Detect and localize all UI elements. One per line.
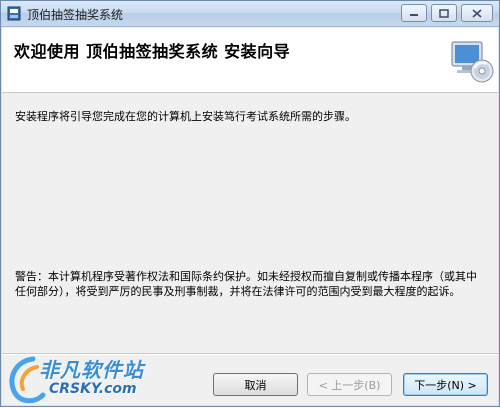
header-title: 欢迎使用 顶伯抽签抽奖系统 安装向导 — [14, 42, 291, 61]
wizard-body: 安装程序将引导您完成在您的计算机上安装笃行考试系统所需的步骤。 警告：本计算机程… — [2, 94, 498, 352]
wizard-header: 欢迎使用 顶伯抽签抽奖系统 安装向导 — [2, 28, 498, 93]
close-icon — [472, 8, 482, 18]
installer-app-icon — [7, 6, 21, 21]
watermark-cn: 非凡软件站 — [39, 358, 144, 382]
minimize-icon — [410, 14, 418, 16]
close-button[interactable] — [461, 4, 493, 22]
maximize-button[interactable] — [431, 4, 457, 22]
minimize-button[interactable] — [401, 4, 427, 22]
computer-cd-icon — [451, 41, 494, 83]
maximize-icon — [439, 8, 449, 18]
title-bar[interactable]: 顶伯抽签抽奖系统 — [1, 1, 499, 27]
window-title: 顶伯抽签抽奖系统 — [27, 8, 124, 22]
installer-window: 顶伯抽签抽奖系统 欢迎使用 顶伯抽签抽奖系统 安装向导 安装程序将引导您完成在您… — [0, 0, 500, 407]
next-button[interactable]: 下一步(N) > — [403, 373, 488, 396]
intro-text: 安装程序将引导您完成在您的计算机上安装笃行考试系统所需的步骤。 — [15, 110, 356, 123]
site-watermark: 非凡软件站 CRSKY.com — [1, 351, 171, 408]
watermark-en: CRSKY.com — [49, 381, 137, 397]
cancel-button[interactable]: 取消 — [213, 373, 298, 396]
back-button[interactable]: < 上一步(B) — [307, 373, 392, 396]
copyright-warning: 警告：本计算机程序受著作权法和国际条约保护。如未经授权而擅自复制或传播本程序（或… — [15, 270, 477, 298]
